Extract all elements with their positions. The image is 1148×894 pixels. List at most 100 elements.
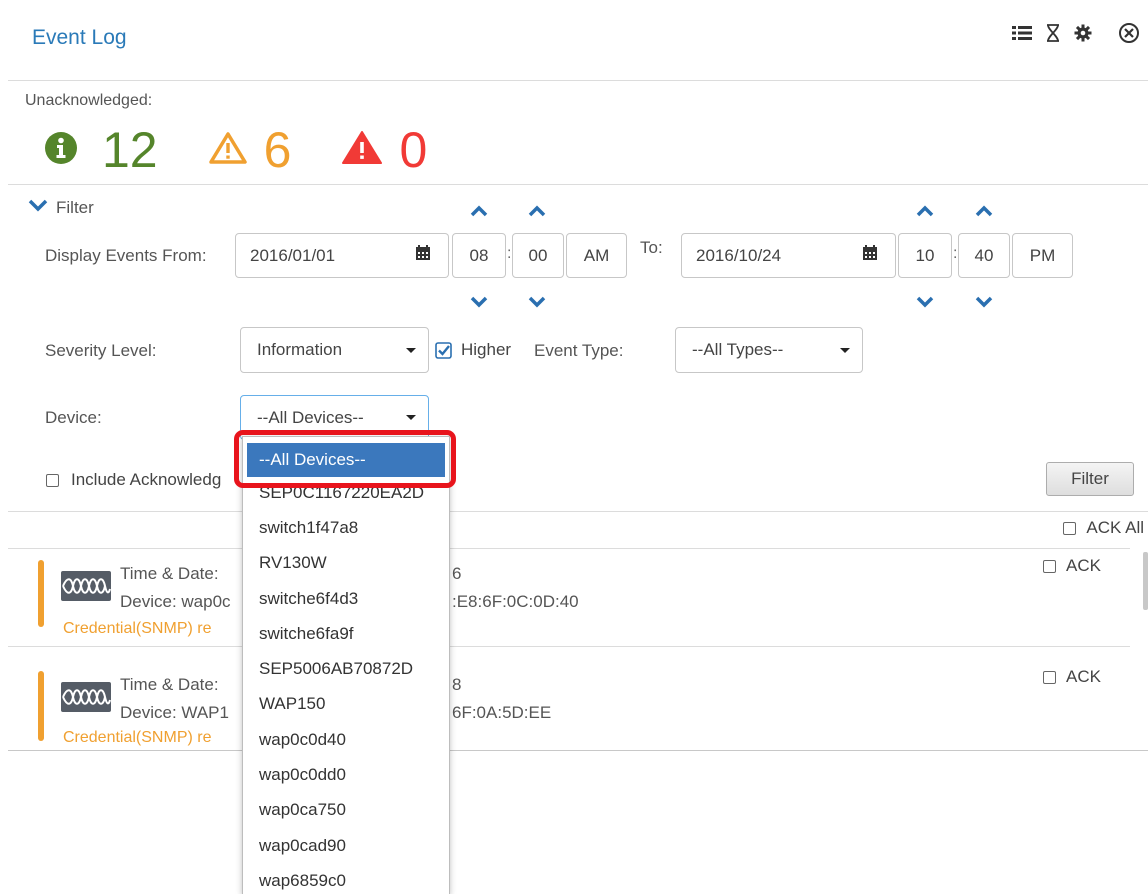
- from-ampm-button[interactable]: AM: [566, 233, 627, 278]
- from-minute-down-button[interactable]: [528, 292, 546, 313]
- include-acknowledged-checkbox[interactable]: [46, 473, 59, 487]
- event-time-value: 8: [452, 675, 462, 694]
- critical-icon: [341, 130, 383, 171]
- event-message[interactable]: Credential(SNMP) re: [63, 620, 211, 638]
- to-hour-down-button[interactable]: [916, 292, 934, 313]
- event-ack[interactable]: ACK: [1043, 556, 1101, 576]
- dropdown-option[interactable]: switche6fa9f: [243, 616, 449, 651]
- event-ack-checkbox[interactable]: [1043, 559, 1056, 573]
- time-colon: :: [507, 245, 512, 262]
- from-hour-down-button[interactable]: [470, 292, 488, 313]
- higher-checkbox[interactable]: [435, 342, 452, 364]
- close-circle-icon[interactable]: [1118, 22, 1140, 44]
- from-label: Display Events From:: [45, 246, 207, 265]
- unacknowledged-counts: 12 6 0: [44, 120, 475, 180]
- event-time-label: Time & Date:: [120, 564, 219, 583]
- ack-all-label: ACK All: [1086, 518, 1144, 537]
- divider: [8, 750, 1148, 751]
- dropdown-option[interactable]: switche6f4d3: [243, 581, 449, 616]
- to-hour-up-button[interactable]: [916, 201, 934, 222]
- to-minute-input[interactable]: 40: [958, 233, 1010, 278]
- filter-button[interactable]: Filter: [1046, 462, 1134, 496]
- info-count-group[interactable]: 12: [44, 120, 158, 180]
- filter-toggle[interactable]: Filter: [28, 198, 94, 218]
- dropdown-option[interactable]: WAP150: [243, 687, 449, 722]
- calendar-icon: [415, 245, 431, 266]
- dropdown-option[interactable]: wap0c0d40: [243, 722, 449, 757]
- unacknowledged-label: Unacknowledged:: [25, 92, 153, 109]
- device-type-icon: [61, 682, 111, 712]
- event-message[interactable]: Credential(SNMP) re: [63, 729, 211, 747]
- from-hour-input[interactable]: 08: [452, 233, 506, 278]
- list-scrollbar[interactable]: [1143, 552, 1148, 610]
- event-ack-label: ACK: [1066, 667, 1101, 686]
- caret-down-icon: [406, 415, 416, 420]
- include-acknowledged[interactable]: Include Acknowledg: [46, 470, 221, 490]
- event-ack-checkbox[interactable]: [1043, 670, 1056, 684]
- warning-count-group[interactable]: 6: [206, 120, 292, 180]
- list-icon[interactable]: [1012, 25, 1032, 41]
- time-colon: :: [953, 245, 958, 262]
- from-minute-up-button[interactable]: [528, 201, 546, 222]
- event-severity-bar: [38, 560, 44, 627]
- dropdown-option[interactable]: wap6859c0: [243, 863, 449, 894]
- dropdown-option[interactable]: wap0c0dd0: [243, 757, 449, 792]
- info-count: 12: [102, 122, 158, 178]
- selection-highlight-box: [234, 430, 456, 488]
- higher-label: Higher: [461, 340, 512, 359]
- filter-toggle-label: Filter: [56, 198, 94, 217]
- to-hour-input[interactable]: 10: [898, 233, 952, 278]
- include-acknowledged-label: Include Acknowledg: [71, 470, 222, 489]
- divider: [8, 80, 1148, 81]
- event-ack-label: ACK: [1066, 556, 1101, 575]
- severity-select-value: Information: [257, 340, 343, 359]
- event-time-label: Time & Date:: [120, 675, 219, 694]
- event-type-select-value: --All Types--: [692, 340, 784, 359]
- critical-count-group[interactable]: 0: [339, 120, 427, 180]
- to-minute-up-button[interactable]: [975, 201, 993, 222]
- ack-all-checkbox[interactable]: [1063, 521, 1077, 535]
- severity-label: Severity Level:: [45, 341, 157, 360]
- chevron-down-icon: [28, 198, 48, 218]
- divider: [8, 511, 1148, 512]
- to-label: To:: [640, 238, 663, 257]
- from-minute-input[interactable]: 00: [512, 233, 564, 278]
- dropdown-option[interactable]: RV130W: [243, 546, 449, 581]
- event-device-value: 6F:0A:5D:EE: [452, 703, 552, 722]
- divider: [8, 646, 1130, 647]
- dropdown-option[interactable]: wap0ca750: [243, 793, 449, 828]
- device-type-icon: [61, 571, 111, 601]
- critical-count: 0: [399, 122, 428, 178]
- dropdown-option[interactable]: switch1f47a8: [243, 510, 449, 545]
- dropdown-option[interactable]: wap0cad90: [243, 828, 449, 863]
- ack-all[interactable]: ACK All: [1063, 518, 1144, 538]
- device-select-value: --All Devices--: [257, 407, 364, 427]
- hourglass-icon[interactable]: [1046, 24, 1060, 42]
- event-device-value: :E8:6F:0C:0D:40: [452, 592, 579, 611]
- dropdown-option[interactable]: SEP5006AB70872D: [243, 651, 449, 686]
- divider: [8, 184, 1148, 185]
- gear-icon[interactable]: [1074, 24, 1092, 42]
- event-ack[interactable]: ACK: [1043, 667, 1101, 687]
- warning-count: 6: [263, 122, 292, 178]
- from-hour-up-button[interactable]: [470, 201, 488, 222]
- event-severity-bar: [38, 671, 44, 741]
- event-device-label: Device: wap0c: [120, 592, 231, 611]
- warning-icon: [208, 131, 248, 170]
- to-minute-down-button[interactable]: [975, 292, 993, 313]
- to-ampm-button[interactable]: PM: [1012, 233, 1073, 278]
- from-date-input[interactable]: 2016/01/01: [235, 233, 398, 278]
- severity-select[interactable]: Information: [240, 327, 429, 373]
- page-title: Event Log: [32, 26, 127, 49]
- to-date-input[interactable]: 2016/10/24: [681, 233, 845, 278]
- event-type-label: Event Type:: [534, 341, 624, 360]
- to-calendar-button[interactable]: [844, 233, 896, 278]
- event-time-value: 6: [452, 564, 462, 583]
- info-icon: [44, 131, 78, 170]
- header-toolbar: [1012, 22, 1140, 44]
- from-calendar-button[interactable]: [397, 233, 449, 278]
- event-device-label: Device: WAP1: [120, 703, 229, 722]
- device-dropdown-list: --All Devices-- SEP0C1167220EA2D switch1…: [242, 436, 450, 894]
- event-type-select[interactable]: --All Types--: [675, 327, 863, 373]
- caret-down-icon: [406, 347, 416, 353]
